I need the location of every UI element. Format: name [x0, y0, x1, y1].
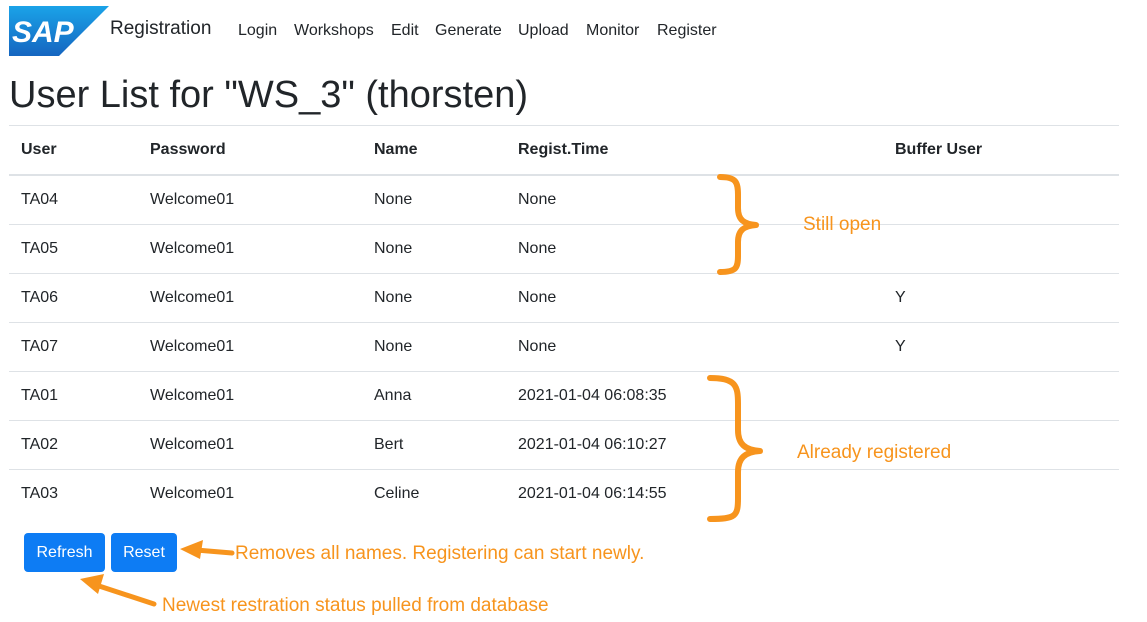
annotation-already-registered: Already registered	[797, 442, 952, 463]
cell-buffer-user	[883, 224, 1119, 274]
cell-name: None	[374, 191, 413, 208]
nav-generate[interactable]: Generate	[435, 22, 502, 40]
nav-login[interactable]: Login	[238, 22, 277, 40]
cell-name: None	[362, 273, 506, 323]
nav-upload[interactable]: Upload	[518, 22, 569, 40]
refresh-button[interactable]: Refresh	[24, 533, 105, 572]
nav-register[interactable]: Register	[657, 22, 717, 40]
cell-name: Anna	[362, 371, 506, 421]
header-user: User	[9, 125, 138, 176]
header-regist-time: Regist.Time	[506, 125, 883, 176]
annotation-reset-note: Removes all names. Registering can start…	[235, 543, 645, 564]
cell-password: Welcome01	[138, 420, 362, 470]
svg-text:®: ®	[72, 47, 78, 55]
cell-user: TA06	[9, 273, 138, 323]
arrow-to-reset-button	[180, 540, 235, 559]
reset-button[interactable]: Reset	[111, 533, 177, 572]
cell-user: TA03	[9, 469, 138, 518]
nav-workshops[interactable]: Workshops	[294, 22, 374, 40]
cell-buffer-user: Y	[883, 273, 1119, 323]
cell-password: Welcome01	[138, 371, 362, 421]
cell-regist-time: 2021-01-04 06:08:35	[506, 371, 883, 421]
cell-user: TA07	[9, 322, 138, 372]
nav-edit[interactable]: Edit	[391, 22, 419, 40]
cell-user: TA01	[9, 371, 138, 421]
page-title: User List for "WS_3" (thorsten)	[9, 74, 529, 116]
cell-password: Welcome01	[150, 191, 235, 208]
cell-name: Bert	[362, 420, 506, 470]
header-name: Name	[362, 125, 506, 176]
cell-buffer-user	[883, 175, 1119, 225]
nav-monitor[interactable]: Monitor	[586, 22, 639, 40]
sap-logo-text: SAP	[12, 16, 75, 49]
cell-name: None	[362, 322, 506, 372]
cell-user: TA04	[21, 191, 59, 208]
cell-name: Celine	[362, 469, 506, 518]
navbar-brand[interactable]: Registration	[110, 18, 211, 40]
cell-password: Welcome01	[138, 224, 362, 274]
cell-password: Welcome01	[138, 273, 362, 323]
annotation-still-open: Still open	[803, 214, 882, 235]
navbar: SAP ® Registration Login Workshops Edit …	[0, 0, 1147, 62]
cell-name: None	[362, 224, 506, 274]
table-row: TA01 Welcome01 Anna 2021-01-04 06:08:35	[9, 371, 1119, 421]
table-row: TA06 Welcome01 None None Y	[9, 273, 1119, 323]
user-table: User Password Name Regist.Time Buffer Us…	[9, 125, 1119, 518]
header-buffer-user: Buffer User	[883, 125, 1119, 176]
annotation-refresh-note: Newest restration status pulled from dat…	[162, 595, 549, 616]
cell-password: Welcome01	[138, 469, 362, 518]
cell-user: TA05	[9, 224, 138, 274]
table-row: TA04 Welcome01 None None	[9, 175, 1119, 225]
table-header-row: User Password Name Regist.Time Buffer Us…	[9, 125, 1119, 176]
cell-regist-time: None	[506, 322, 883, 372]
cell-regist-time: None	[506, 273, 883, 323]
table-row: TA05 Welcome01 None None	[9, 224, 1119, 274]
cell-buffer-user	[883, 371, 1119, 421]
cell-buffer-user: Y	[883, 322, 1119, 372]
header-password: Password	[138, 125, 362, 176]
table-row: TA03 Welcome01 Celine 2021-01-04 06:14:5…	[9, 469, 1119, 518]
table-row: TA07 Welcome01 None None Y	[9, 322, 1119, 372]
cell-password: Welcome01	[138, 322, 362, 372]
sap-logo[interactable]: SAP ®	[9, 6, 109, 56]
cell-buffer-user	[883, 469, 1119, 518]
cell-user: TA02	[9, 420, 138, 470]
arrow-to-refresh-button	[80, 574, 157, 607]
cell-regist-time: 2021-01-04 06:14:55	[506, 469, 883, 518]
table-row: TA02 Welcome01 Bert 2021-01-04 06:10:27	[9, 420, 1119, 470]
